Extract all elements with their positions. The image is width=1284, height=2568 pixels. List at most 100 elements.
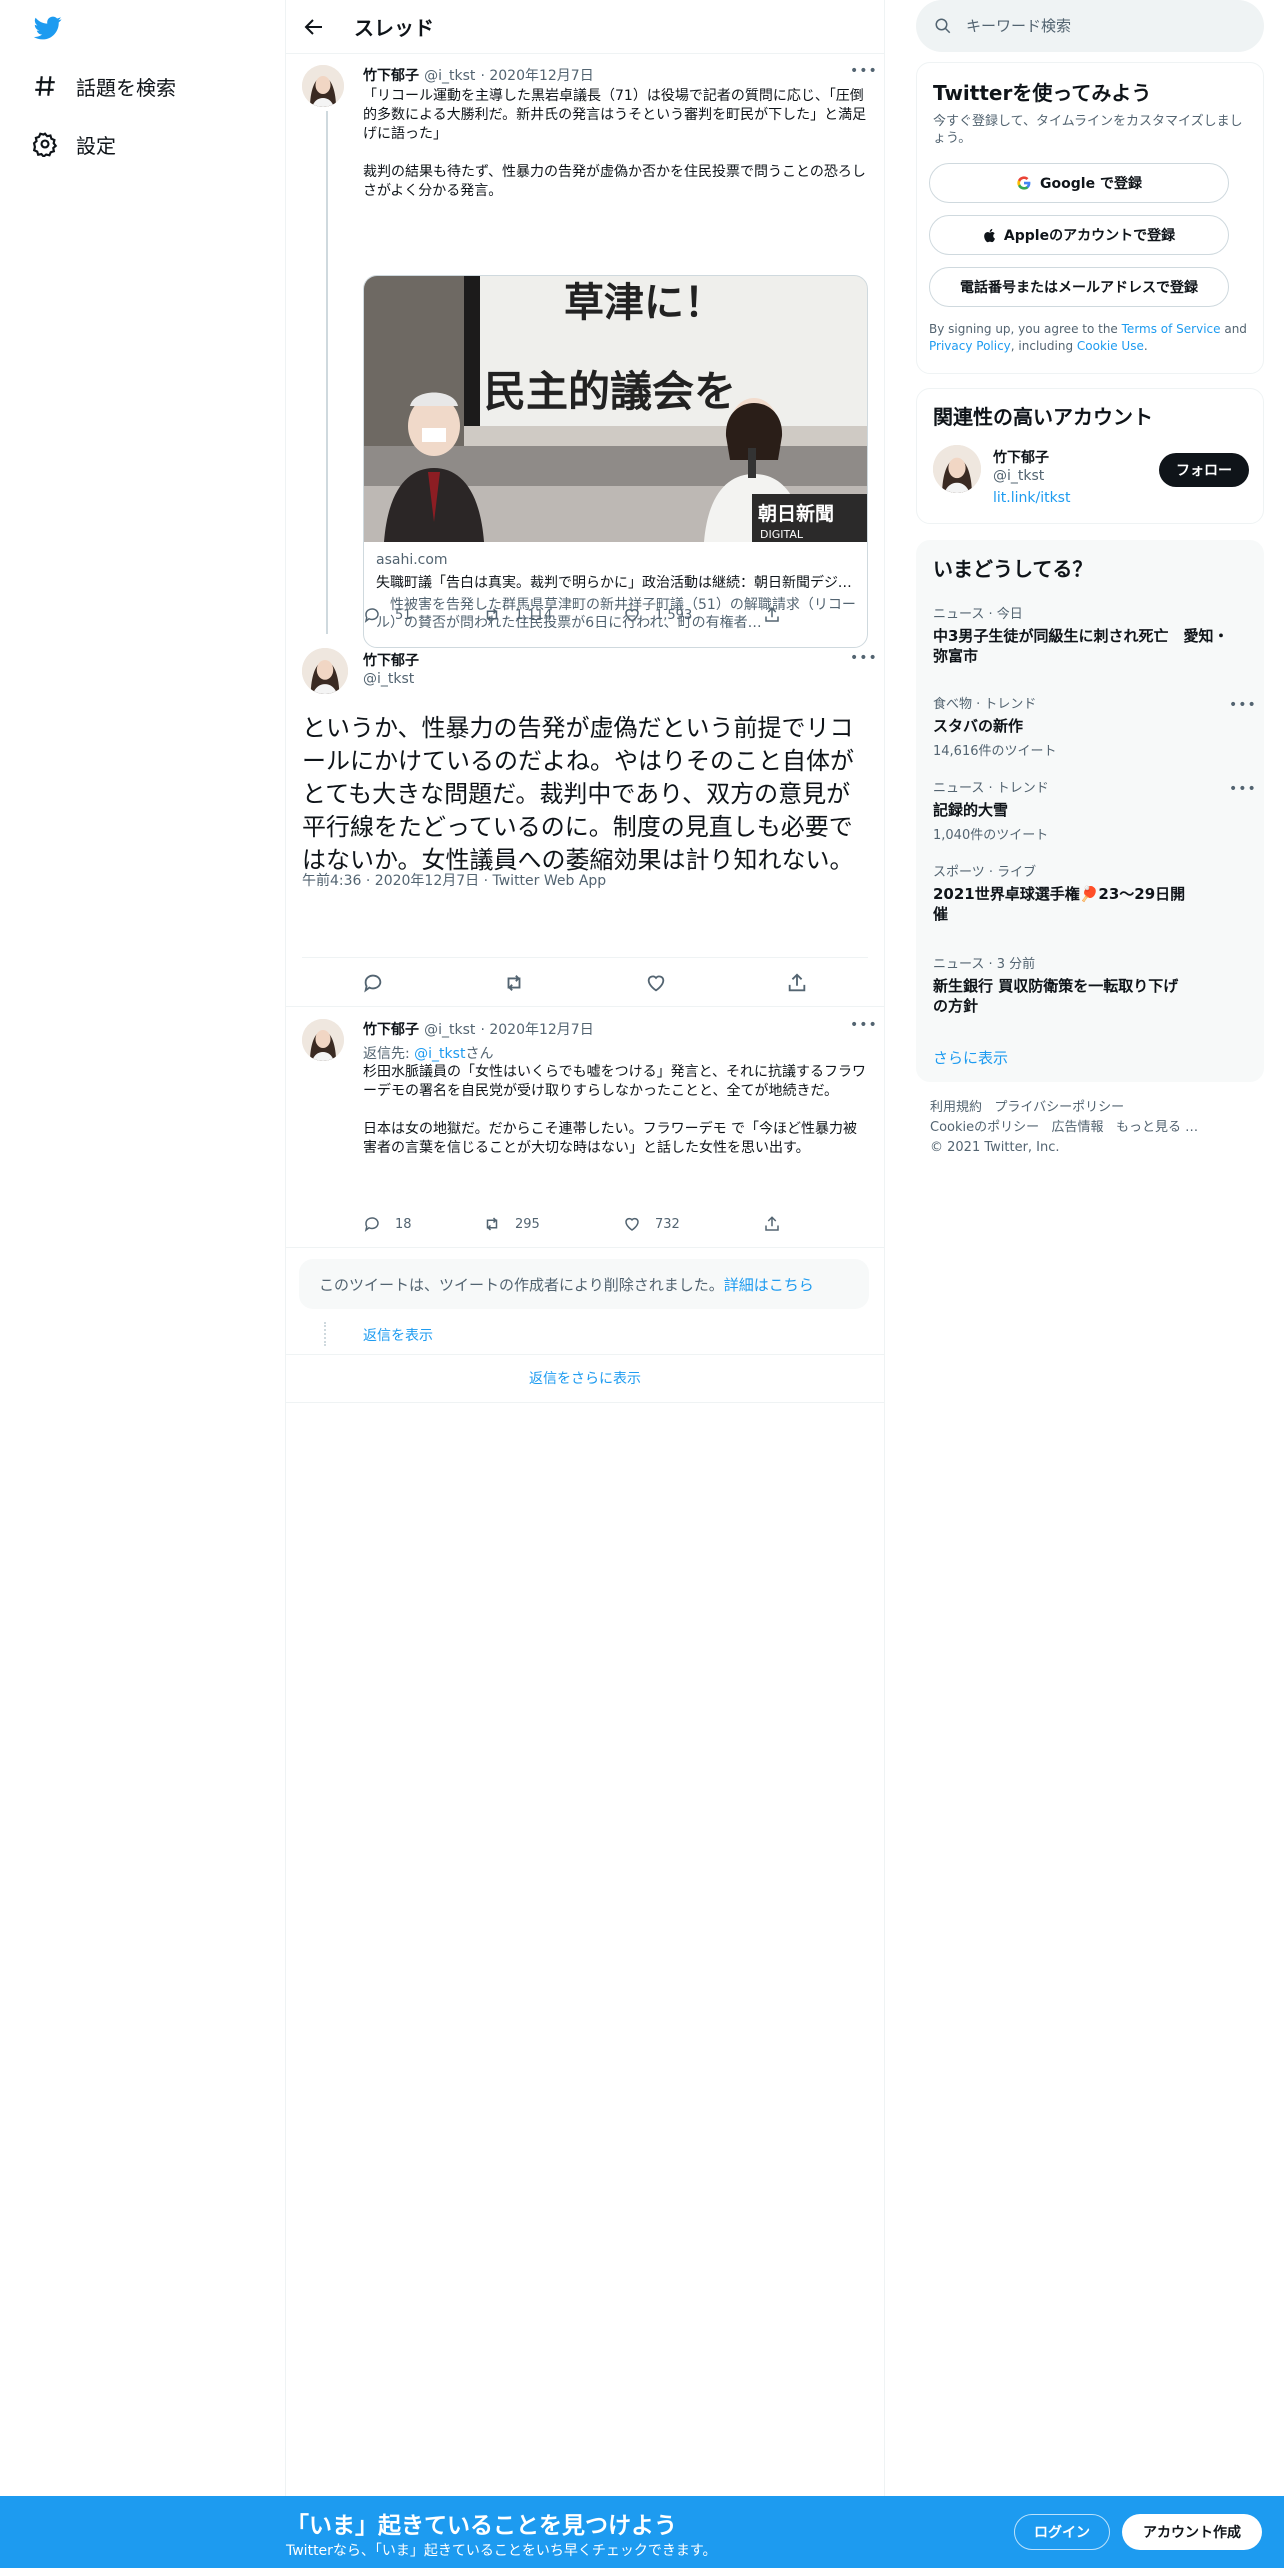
nav-item-label: 設定 [76, 133, 116, 158]
more-icon[interactable]: ••• [850, 1017, 878, 1033]
footer-link-terms[interactable]: 利用規約 [930, 1100, 982, 1115]
author-name[interactable]: 竹下郁子 [363, 68, 419, 84]
trend-item[interactable]: スポーツ · ライブ 2021世界卓球選手権🏓23〜29日開催 [933, 861, 1193, 924]
footer-link-privacy[interactable]: プライバシーポリシー [994, 1100, 1124, 1115]
tweet-meta[interactable]: 午前4:36 · 2020年12月7日 · Twitter Web App [302, 870, 606, 890]
tweet-date[interactable]: · 2020年12月7日 [480, 1022, 593, 1038]
reply-tweet[interactable]: 竹下郁子 @i_tkst · 2020年12月7日 ••• 返信先: @i_tk… [286, 1007, 884, 1247]
terms-link[interactable]: Terms of Service [1122, 322, 1221, 336]
trend-category: ニュース · 3 分前 [933, 957, 1036, 972]
trend-count: 1,040件のツイート [933, 828, 1049, 843]
retweet-button[interactable]: 295 [483, 1215, 623, 1233]
search-bar[interactable] [916, 0, 1264, 52]
more-icon[interactable]: ••• [850, 63, 878, 79]
retweet-count: 1,114 [515, 607, 553, 623]
reply-to-prefix: 返信先: [363, 1046, 415, 1062]
signup-title: Twitterを使ってみよう [933, 81, 1152, 105]
divider [286, 1402, 884, 1403]
copyright: © 2021 Twitter, Inc. [930, 1140, 1060, 1155]
banner-text: 草津に！ [564, 280, 724, 326]
related-title: 関連性の高いアカウント [933, 405, 1153, 429]
trend-item[interactable]: 食べ物 · トレンド スタバの新作 14,616件のツイート [933, 693, 1233, 759]
author-handle[interactable]: @i_tkst [363, 671, 414, 687]
author-handle[interactable]: @i_tkst [424, 1022, 475, 1038]
show-more-replies-link[interactable]: 返信をさらに表示 [286, 1368, 884, 1388]
divider [302, 957, 868, 958]
trend-name: 新生銀行 買収防衛策を一転取り下げの方針 [933, 977, 1179, 1015]
twitter-logo-icon[interactable] [32, 14, 64, 42]
share-button[interactable] [763, 606, 883, 624]
more-icon[interactable]: ••• [1229, 781, 1257, 797]
retweet-icon[interactable] [503, 972, 525, 994]
show-more-trends-link[interactable]: さらに表示 [933, 1047, 1008, 1068]
reply-icon [364, 1217, 379, 1232]
trend-category: スポーツ · ライブ [933, 865, 1037, 880]
tweet[interactable]: 竹下郁子 @i_tkst · 2020年12月7日 ••• 「リコール運動を主導… [286, 55, 884, 648]
heart-icon[interactable] [645, 972, 667, 994]
retweet-icon [486, 608, 498, 622]
author-name[interactable]: 竹下郁子 [363, 650, 419, 670]
more-icon[interactable]: ••• [850, 650, 878, 666]
show-replies-link[interactable]: 返信を表示 [363, 1325, 433, 1345]
thread-header: スレッド [286, 0, 884, 54]
avatar[interactable] [302, 1019, 344, 1061]
author-name[interactable]: 竹下郁子 [363, 1022, 419, 1038]
hashtag-icon [35, 76, 55, 96]
like-button[interactable]: 732 [623, 1215, 763, 1233]
card-title: 失職町議「告白は真実。裁判で明らかに」政治活動は継続：朝日新聞デジタル [376, 575, 858, 591]
phone-email-signup-button[interactable]: 電話番号またはメールアドレスで登録 [929, 267, 1229, 307]
footer-link-more[interactable]: もっと見る … [1116, 1120, 1198, 1135]
share-icon[interactable] [786, 972, 808, 994]
more-icon[interactable]: ••• [1229, 697, 1257, 713]
cookie-link[interactable]: Cookie Use [1077, 339, 1144, 353]
signup-button[interactable]: アカウント作成 [1122, 2514, 1262, 2550]
deleted-notice-link[interactable]: 詳細はこちら [724, 1274, 814, 1295]
avatar[interactable] [933, 445, 981, 493]
reply-icon[interactable] [362, 972, 384, 994]
google-signup-label: Google で登録 [1040, 176, 1142, 192]
back-arrow-icon[interactable] [302, 15, 326, 39]
tweet-actions: 51 1,114 1,593 [363, 606, 883, 624]
author-handle[interactable]: @i_tkst [424, 68, 475, 84]
trend-item[interactable]: ニュース · 今日 中3男子生徒が同級生に刺され死亡 愛知・弥富市 [933, 603, 1233, 666]
trends-title: いまどうしてる？ [933, 557, 1093, 581]
reply-button[interactable]: 18 [363, 1215, 483, 1233]
login-button[interactable]: ログイン [1014, 2514, 1110, 2550]
news-photo: 草津に！ 民主的議会を 朝日新聞 DIGITAL [364, 276, 867, 542]
link-card[interactable]: 草津に！ 民主的議会を 朝日新聞 DIGITAL asahi.com 失職町議「… [363, 275, 868, 648]
apple-signup-button[interactable]: Appleのアカウントで登録 [929, 215, 1229, 255]
google-signup-button[interactable]: Google で登録 [929, 163, 1229, 203]
share-icon [765, 607, 779, 622]
retweet-icon [486, 1217, 498, 1231]
like-button[interactable]: 1,593 [623, 606, 763, 624]
trend-category: ニュース · トレンド [933, 781, 1049, 796]
avatar[interactable] [302, 65, 344, 107]
bottom-bar-title: 「いま」起きていることを見つけよう [286, 2513, 677, 2539]
retweet-button[interactable]: 1,114 [483, 606, 623, 624]
nav-item-settings[interactable]: 設定 [32, 124, 116, 164]
main-tweet-actions [302, 960, 868, 1006]
search-input[interactable] [964, 16, 1224, 36]
nav-item-explore[interactable]: 話題を検索 [32, 66, 176, 106]
footer-link-ads[interactable]: 広告情報 [1052, 1120, 1104, 1135]
thread-line [326, 111, 328, 634]
trend-name: 記録的大雪 [933, 801, 1009, 819]
account-name[interactable]: 竹下郁子 [993, 447, 1049, 467]
account-handle[interactable]: @i_tkst [993, 468, 1044, 484]
trend-item[interactable]: ニュース · トレンド 記録的大雪 1,040件のツイート [933, 777, 1233, 843]
privacy-link[interactable]: Privacy Policy [929, 339, 1011, 353]
deleted-tweet-notice: このツイートは、ツイートの作成者により削除されました。 詳細はこちら [299, 1259, 869, 1309]
thread-column: スレッド 竹下郁子 @i_tkst · 2020年12月7日 ••• 「リコール… [285, 0, 885, 2496]
trend-item[interactable]: ニュース · 3 分前 新生銀行 買収防衛策を一転取り下げの方針 [933, 953, 1193, 1016]
reply-button[interactable]: 51 [363, 606, 483, 624]
tweet-date[interactable]: · 2020年12月7日 [480, 68, 593, 84]
related-accounts-panel: 関連性の高いアカウント 竹下郁子 @i_tkst lit.link/itkst … [916, 388, 1264, 524]
footer-link-cookie[interactable]: Cookieのポリシー [930, 1120, 1039, 1135]
account-link[interactable]: lit.link/itkst [993, 490, 1070, 506]
share-button[interactable] [763, 1215, 883, 1233]
avatar[interactable] [302, 648, 348, 694]
reply-to-handle[interactable]: @i_tkst [414, 1046, 465, 1062]
search-icon [935, 18, 951, 34]
apple-signup-label: Appleのアカウントで登録 [1003, 228, 1176, 244]
follow-button[interactable]: フォロー [1159, 453, 1249, 487]
